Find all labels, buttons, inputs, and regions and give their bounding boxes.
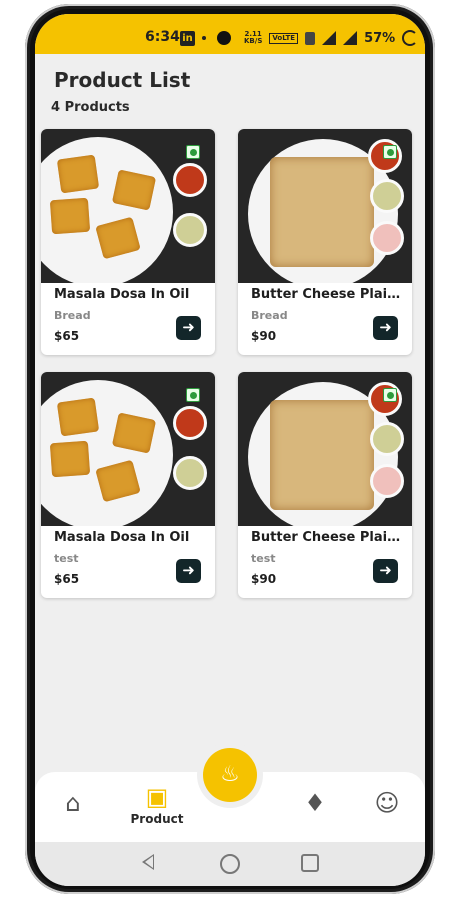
product-card[interactable]: Butter Cheese Plain P... Bread $90 ➜ [238, 129, 412, 355]
status-bar: 6:34 in 2.11 KB/S VoLTE 57% [35, 14, 425, 54]
notification-dot-icon [202, 36, 206, 40]
product-price: $90 [251, 329, 277, 343]
product-category: test [251, 552, 276, 565]
veg-icon [186, 145, 200, 159]
product-image [238, 129, 412, 283]
recent-apps-icon[interactable] [301, 854, 319, 872]
product-name: Butter Cheese Plain P... [251, 530, 401, 545]
product-image [41, 129, 215, 283]
product-image [238, 372, 412, 526]
product-card[interactable]: Masala Dosa In Oil test $65 ➜ [41, 372, 215, 598]
arrow-right-icon: ➜ [182, 318, 195, 336]
user-icon: ☺ [374, 789, 400, 817]
volte-badge: VoLTE [269, 32, 299, 44]
app-screen: 6:34 in 2.11 KB/S VoLTE 57% Product List… [35, 14, 425, 886]
product-category: Bread [54, 309, 91, 322]
cell-signal-icon [343, 31, 358, 45]
product-price: $90 [251, 572, 277, 586]
product-name: Masala Dosa In Oil [54, 287, 190, 302]
battery-icon [402, 30, 419, 46]
plate [41, 380, 173, 526]
home-icon: ⌂ [65, 789, 81, 817]
product-image [41, 372, 215, 526]
product-card[interactable]: Butter Cheese Plain P... test $90 ➜ [238, 372, 412, 598]
arrow-right-icon: ➜ [379, 561, 392, 579]
speed-unit: KB/S [244, 37, 263, 45]
back-icon[interactable] [142, 854, 154, 870]
archive-box-icon: ▣ [145, 783, 169, 811]
arrow-right-icon: ➜ [182, 561, 195, 579]
product-card[interactable]: Masala Dosa In Oil Bread $65 ➜ [41, 129, 215, 355]
view-product-button[interactable]: ➜ [176, 559, 201, 583]
flame-fab-button[interactable]: ♨ [203, 748, 257, 802]
product-count: 4 Products [51, 100, 130, 115]
linkedin-icon: in [180, 30, 195, 46]
wifi-signal-icon [322, 31, 337, 45]
view-product-button[interactable]: ➜ [176, 316, 201, 340]
vibrate-icon [305, 31, 316, 45]
product-name: Butter Cheese Plain P... [251, 287, 401, 302]
product-price: $65 [54, 329, 80, 343]
page-title: Product List [54, 68, 191, 92]
status-time: 6:34 [145, 29, 180, 45]
arrow-right-icon: ➜ [379, 318, 392, 336]
veg-icon [383, 145, 397, 159]
flame-icon: ♨ [220, 762, 240, 787]
home-circle-icon[interactable] [220, 854, 240, 874]
product-category: test [54, 552, 79, 565]
nav-profile[interactable]: ☺ [371, 790, 403, 816]
nav-product-label: Product [130, 812, 184, 826]
view-product-button[interactable]: ➜ [373, 559, 398, 583]
battery-percent: 57% [364, 30, 396, 46]
status-icons: in 2.11 KB/S VoLTE 57% [180, 27, 419, 49]
plate [41, 137, 173, 283]
veg-icon [186, 388, 200, 402]
network-speed: 2.11 KB/S [244, 31, 262, 45]
product-price: $65 [54, 572, 80, 586]
nav-notifications[interactable]: ♦ [299, 790, 331, 816]
front-camera [217, 31, 231, 45]
nav-home[interactable]: ⌂ [55, 790, 91, 816]
view-product-button[interactable]: ➜ [373, 316, 398, 340]
product-category: Bread [251, 309, 288, 322]
system-navigation-bar [35, 842, 425, 886]
nav-product[interactable]: ▣ Product [127, 784, 187, 826]
veg-icon [383, 388, 397, 402]
product-name: Masala Dosa In Oil [54, 530, 190, 545]
bell-icon: ♦ [304, 789, 326, 817]
